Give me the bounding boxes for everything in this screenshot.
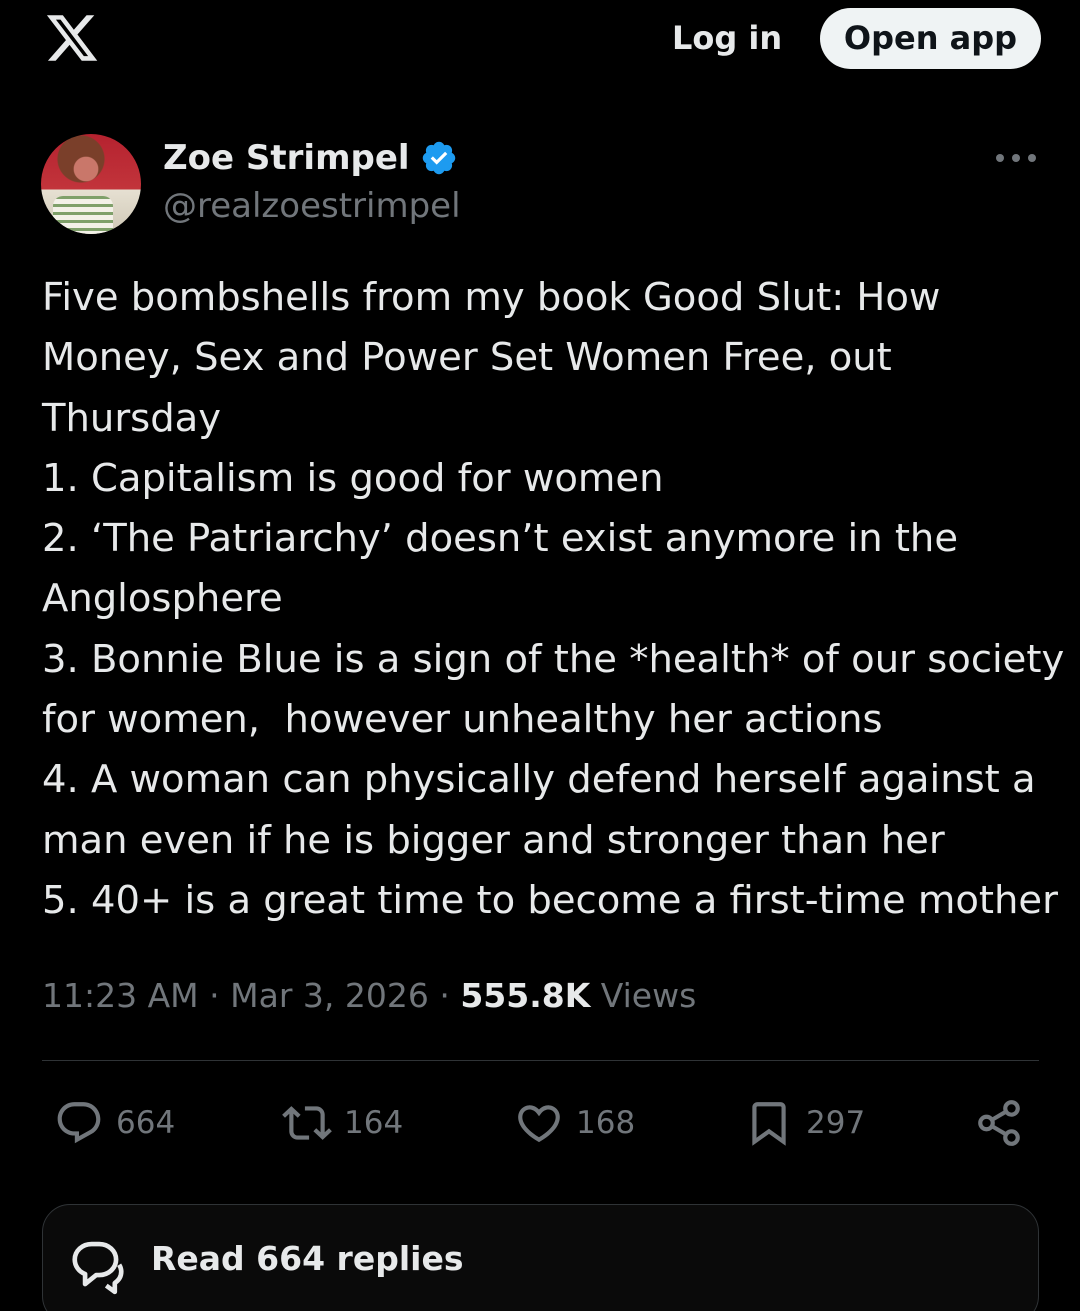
reply-count: 664 (116, 1105, 176, 1141)
reply-icon (57, 1102, 101, 1144)
login-link[interactable]: Log in (672, 18, 782, 58)
tweet-line: 4. A woman can physically defend herself… (42, 757, 1036, 803)
meta-separator: · (428, 976, 461, 1015)
read-replies-button[interactable]: Read 664 replies (42, 1204, 1039, 1311)
heart-icon (518, 1105, 560, 1143)
tweet-date[interactable]: Mar 3, 2026 (230, 976, 429, 1015)
author-handle[interactable]: @realzoestrimpel (163, 186, 461, 226)
meta-separator: · (198, 976, 231, 1015)
share-icon (978, 1100, 1020, 1146)
tweet-page: Log in Open app Zoe Strimpel @realzoestr… (0, 0, 1080, 1311)
tweet-line: Five bombshells from my book Good Slut: … (42, 275, 941, 320)
repost-count: 164 (344, 1105, 404, 1141)
tweet-line: for women, however unhealthy her actions (42, 697, 883, 743)
bookmark-icon (752, 1102, 786, 1146)
avatar[interactable] (41, 134, 141, 234)
divider (42, 1060, 1039, 1061)
tweet-line: Anglosphere (42, 576, 283, 622)
x-logo-icon[interactable] (44, 10, 100, 66)
tweet-line: 5. 40+ is a great time to become a first… (42, 877, 1058, 923)
tweet-line: 3. Bonnie Blue is a sign of the *health*… (42, 636, 1065, 682)
like-button[interactable]: 168 (514, 1098, 635, 1148)
like-count: 168 (576, 1105, 636, 1141)
tweet-time[interactable]: 11:23 AM (42, 976, 199, 1015)
views-count: 555.8K (460, 976, 591, 1015)
author-name-row: Zoe Strimpel (163, 136, 458, 180)
views-label: Views (590, 976, 697, 1015)
tweet-line: Money, Sex and Power Set Women Free, out (42, 335, 892, 381)
tweet-meta: 11:23 AM · Mar 3, 2026 · 555.8K Views (42, 974, 696, 1018)
repost-icon (282, 1106, 332, 1140)
chat-bubbles-icon (72, 1241, 124, 1295)
tweet-text: Five bombshells from my book Good Slut: … (42, 268, 1065, 931)
open-app-button[interactable]: Open app (820, 8, 1041, 69)
reply-button[interactable]: 664 (54, 1098, 175, 1148)
verified-badge-icon (422, 141, 455, 175)
bookmark-count: 297 (806, 1105, 866, 1141)
tweet-line: 1. Capitalism is good for women (42, 455, 664, 501)
repost-button[interactable]: 164 (282, 1098, 403, 1148)
author-name[interactable]: Zoe Strimpel (163, 138, 410, 178)
share-button[interactable] (974, 1098, 1024, 1148)
tweet-line: man even if he is bigger and stronger th… (42, 817, 945, 863)
read-replies-label: Read 664 replies (151, 1239, 464, 1278)
tweet-line: 2. ‘The Patriarchy’ doesn’t exist anymor… (42, 516, 959, 562)
bookmark-button[interactable]: 297 (744, 1098, 865, 1148)
more-options-icon[interactable] (996, 150, 1036, 166)
tweet-line: Thursday (42, 395, 222, 441)
